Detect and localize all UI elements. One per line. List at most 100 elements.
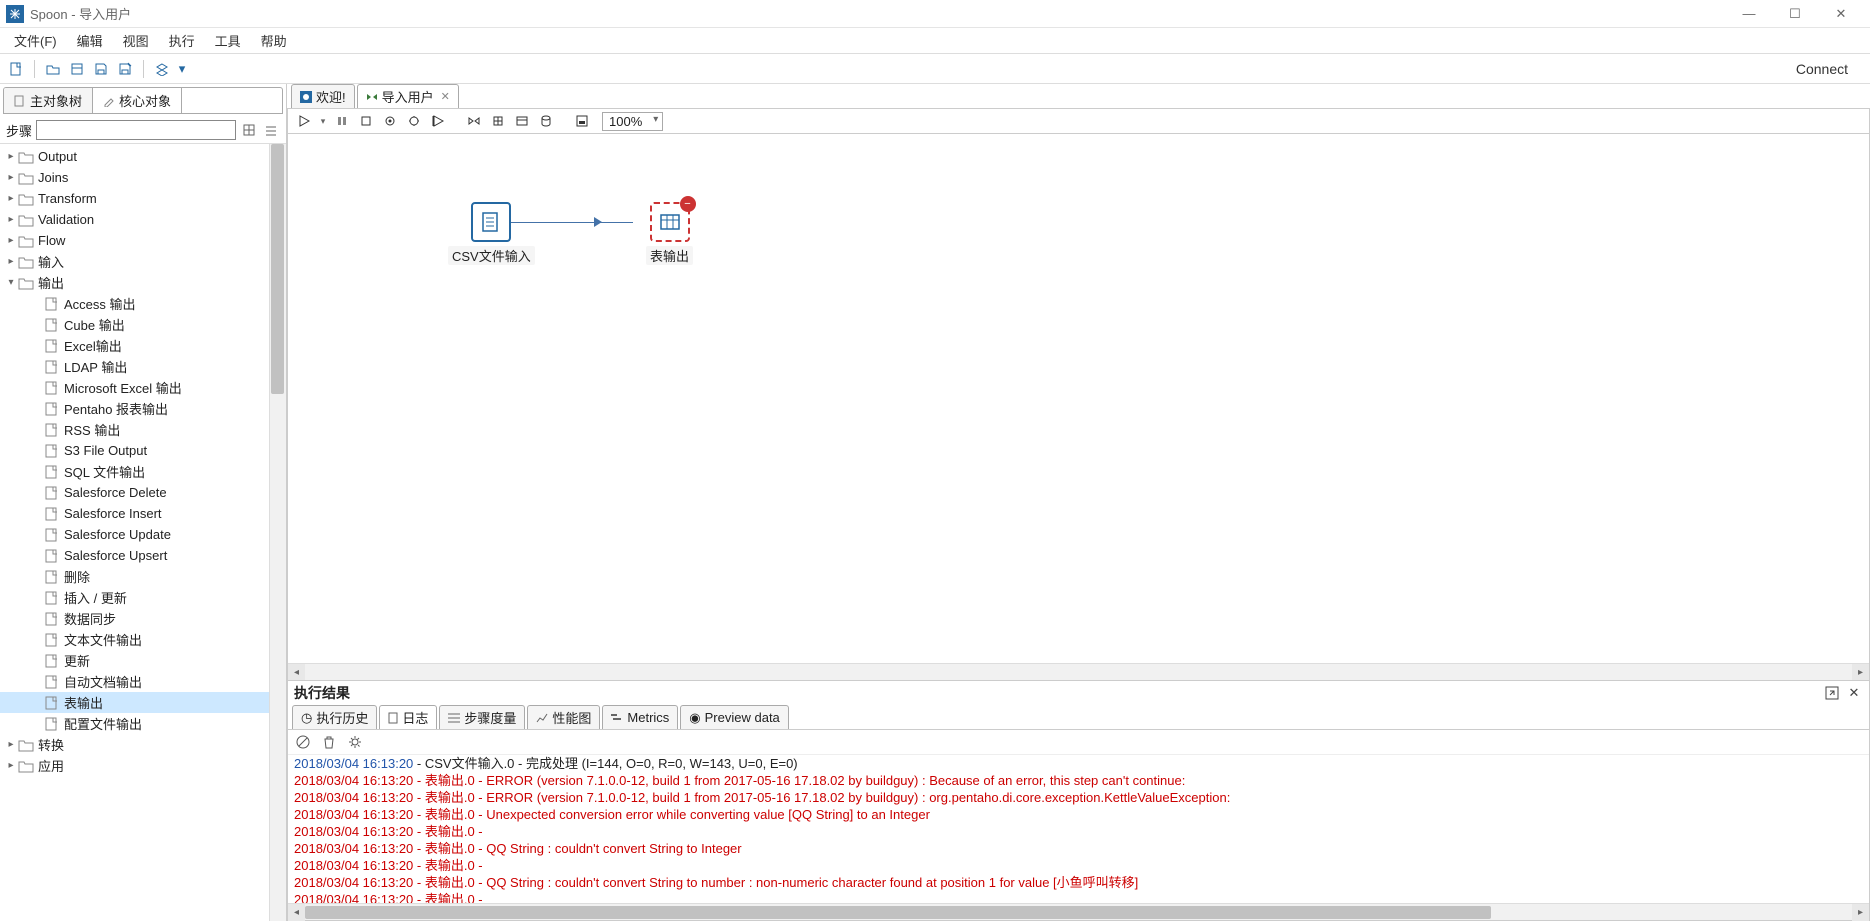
rtab-metrics[interactable]: Metrics	[602, 705, 678, 729]
saveas-button[interactable]	[115, 59, 135, 79]
tree-folder[interactable]: ▸Validation	[0, 209, 286, 230]
scroll-right-icon[interactable]: ▸	[1852, 664, 1869, 681]
replay-button[interactable]	[428, 111, 448, 131]
doc-tab-import[interactable]: 导入用户 ✕	[357, 84, 459, 108]
preview-button[interactable]	[380, 111, 400, 131]
canvas[interactable]: CSV文件输入 − 表输出 ◂ ▸	[287, 134, 1870, 681]
tree-label: 更新	[64, 651, 282, 670]
canvas-hscroll[interactable]: ◂ ▸	[288, 663, 1869, 680]
tree-folder[interactable]: ▸转换	[0, 734, 286, 755]
tree-scrollbar[interactable]	[269, 144, 286, 921]
tree-folder[interactable]: ▸Output	[0, 146, 286, 167]
new-button[interactable]	[6, 59, 26, 79]
tree-leaf[interactable]: LDAP 输出	[0, 356, 286, 377]
explore-button[interactable]	[67, 59, 87, 79]
tree-leaf[interactable]: 文本文件输出	[0, 629, 286, 650]
scroll-thumb[interactable]	[305, 906, 1491, 919]
tree-folder[interactable]: ▸Joins	[0, 167, 286, 188]
sql-button[interactable]	[512, 111, 532, 131]
tree-leaf[interactable]: 配置文件输出	[0, 713, 286, 734]
menu-view[interactable]: 视图	[113, 28, 159, 53]
tree-leaf[interactable]: Microsoft Excel 输出	[0, 377, 286, 398]
perspective-button[interactable]	[152, 59, 172, 79]
rtab-log[interactable]: 日志	[379, 705, 437, 729]
tree-folder-output-expanded[interactable]: ▾ 输出	[0, 272, 286, 293]
log-area[interactable]: 2018/03/04 16:13:20 - CSV文件输入.0 - 完成处理 (…	[288, 755, 1869, 903]
tree-leaf[interactable]: Excel输出	[0, 335, 286, 356]
tree-label: Salesforce Upsert	[64, 548, 282, 563]
tree-leaf[interactable]: 数据同步	[0, 608, 286, 629]
impact-button[interactable]	[488, 111, 508, 131]
log-clear-icon[interactable]	[320, 733, 338, 751]
tree-leaf[interactable]: Salesforce Delete	[0, 482, 286, 503]
menu-tools[interactable]: 工具	[205, 28, 251, 53]
tab-object-tree[interactable]: 主对象树	[4, 88, 93, 113]
rtab-stepmetrics[interactable]: 步骤度量	[439, 705, 525, 729]
tree-leaf[interactable]: S3 File Output	[0, 440, 286, 461]
menu-edit[interactable]: 编辑	[67, 28, 113, 53]
minimize-button[interactable]: —	[1726, 0, 1772, 28]
tree-leaf[interactable]: SQL 文件输出	[0, 461, 286, 482]
rtab-stepmetrics-label: 步骤度量	[464, 708, 516, 727]
tree-leaf[interactable]: Access 输出	[0, 293, 286, 314]
doc-tab-welcome[interactable]: 欢迎!	[291, 84, 355, 108]
stop-button[interactable]	[356, 111, 376, 131]
log-stop-icon[interactable]	[294, 733, 312, 751]
tree-leaf[interactable]: 表输出	[0, 692, 286, 713]
rtab-preview[interactable]: ◉Preview data	[680, 705, 789, 729]
perspective-dropdown[interactable]: ▾	[176, 59, 188, 79]
explore-db-button[interactable]	[536, 111, 556, 131]
tree-leaf[interactable]: 更新	[0, 650, 286, 671]
search-label: 步骤	[6, 121, 32, 140]
run-dropdown[interactable]: ▾	[318, 111, 328, 131]
tree-leaf[interactable]: 删除	[0, 566, 286, 587]
pause-button[interactable]	[332, 111, 352, 131]
tree-leaf[interactable]: 自动文档输出	[0, 671, 286, 692]
search-input[interactable]	[36, 120, 236, 140]
tree-folder[interactable]: ▸应用	[0, 755, 286, 776]
tree-label: SQL 文件输出	[64, 462, 282, 481]
debug-button[interactable]	[404, 111, 424, 131]
open-button[interactable]	[43, 59, 63, 79]
step-icon	[44, 360, 60, 374]
save-button[interactable]	[91, 59, 111, 79]
tab-close-icon[interactable]: ✕	[441, 90, 450, 103]
close-panel-icon[interactable]: ✕	[1845, 684, 1863, 702]
tree[interactable]: ▸Output▸Joins▸Transform▸Validation▸Flow▸…	[0, 144, 286, 921]
scroll-right-icon[interactable]: ▸	[1852, 904, 1869, 921]
rtab-history[interactable]: ◷执行历史	[292, 705, 377, 729]
show-results-button[interactable]	[572, 111, 592, 131]
tree-folder[interactable]: ▸Flow	[0, 230, 286, 251]
tree-leaf[interactable]: RSS 输出	[0, 419, 286, 440]
tree-leaf[interactable]: Salesforce Update	[0, 524, 286, 545]
zoom-select[interactable]: 100%	[602, 112, 663, 131]
scroll-left-icon[interactable]: ◂	[288, 664, 305, 681]
rtab-perf[interactable]: 性能图	[527, 705, 600, 729]
verify-button[interactable]	[464, 111, 484, 131]
expand-icon[interactable]	[240, 121, 258, 139]
tree-folder[interactable]: ▸Transform	[0, 188, 286, 209]
tree-leaf[interactable]: Salesforce Upsert	[0, 545, 286, 566]
node-csv-input[interactable]: CSV文件输入	[448, 202, 535, 265]
menu-file[interactable]: 文件(F)	[4, 28, 67, 53]
connect-link[interactable]: Connect	[1780, 61, 1864, 77]
node-table-output[interactable]: − 表输出	[646, 202, 693, 265]
tree-leaf[interactable]: 插入 / 更新	[0, 587, 286, 608]
menu-run[interactable]: 执行	[159, 28, 205, 53]
run-button[interactable]	[294, 111, 314, 131]
maximize-panel-icon[interactable]	[1823, 684, 1841, 702]
close-button[interactable]: ✕	[1818, 0, 1864, 28]
tree-leaf[interactable]: Pentaho 报表输出	[0, 398, 286, 419]
tree-folder[interactable]: ▸输入	[0, 251, 286, 272]
collapse-icon[interactable]	[262, 121, 280, 139]
scroll-left-icon[interactable]: ◂	[288, 904, 305, 921]
tree-leaf[interactable]: Cube 输出	[0, 314, 286, 335]
log-settings-icon[interactable]	[346, 733, 364, 751]
tree-label: 输入	[38, 252, 282, 271]
menu-help[interactable]: 帮助	[251, 28, 297, 53]
tab-core-objects[interactable]: 核心对象	[93, 88, 182, 113]
maximize-button[interactable]: ☐	[1772, 0, 1818, 28]
log-hscroll[interactable]: ◂ ▸	[288, 903, 1869, 920]
tree-leaf[interactable]: Salesforce Insert	[0, 503, 286, 524]
app-icon	[6, 5, 24, 23]
